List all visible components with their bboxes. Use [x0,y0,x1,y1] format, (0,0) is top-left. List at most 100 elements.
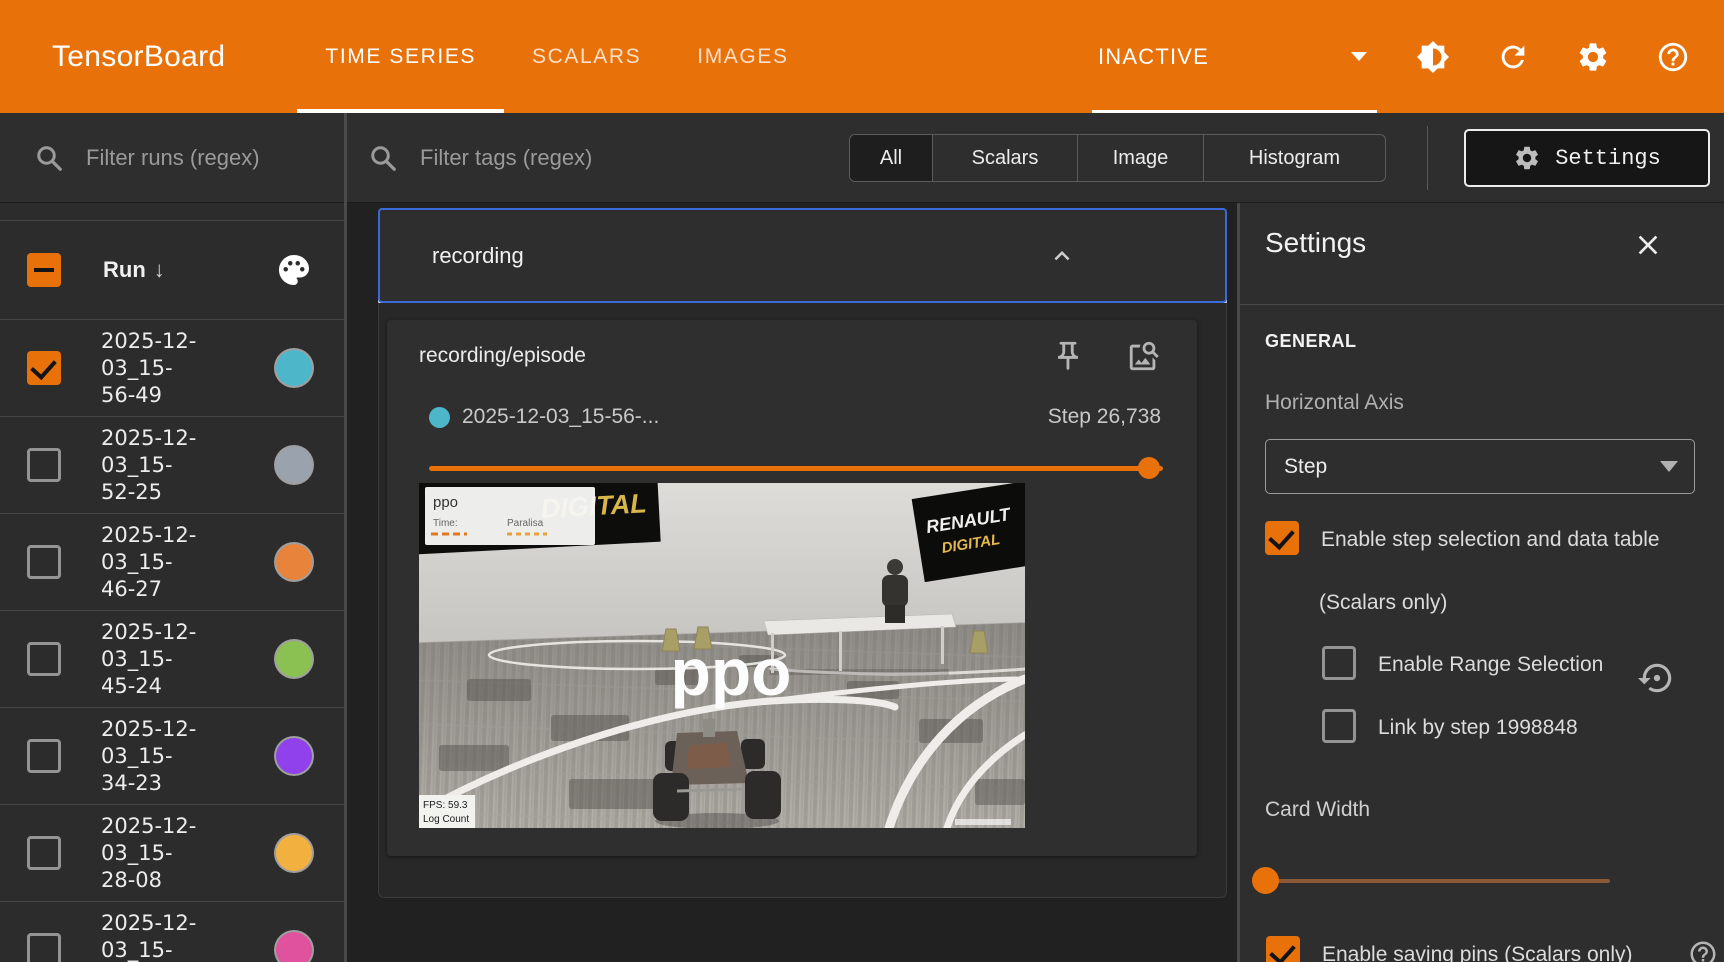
experiment-selector[interactable]: INACTIVE [1092,0,1377,113]
run-row[interactable]: 2025-12-03_15-46-27 [0,514,344,611]
run-name: 2025-12-03_15-46-27 [101,522,206,603]
chevron-down-icon [1660,461,1678,472]
runs-column-header[interactable]: Run [103,257,146,283]
gear-icon[interactable] [1576,40,1610,74]
sort-descending-icon[interactable]: ↓ [154,257,165,283]
filter-runs-input[interactable]: Filter runs (regex) [0,113,347,203]
episode-image[interactable]: DIGITAL RENAULT DIGITAL [419,483,1025,828]
tab-images[interactable]: IMAGES [669,0,816,113]
runs-sidebar: Run ↓ 2025-12-03_15-56-49 2025-12-03_15-… [0,203,347,962]
runs-table-header: Run ↓ [0,221,344,320]
main-tabs: TIME SERIES SCALARS IMAGES [297,0,816,113]
run-color-dot[interactable] [276,738,312,774]
search-icon [34,143,64,173]
filter-bar: Filter runs (regex) Filter tags (regex) … [0,113,1724,203]
toolbar-icons [1416,0,1690,113]
tab-scalars[interactable]: SCALARS [504,0,669,113]
step-selection-row[interactable]: Enable step selection and data table [1265,521,1705,555]
link-by-step-row[interactable]: Link by step 1998848 [1322,709,1578,743]
run-checkbox[interactable] [27,351,61,385]
help-icon[interactable] [1688,939,1718,962]
link-by-step-checkbox[interactable] [1322,709,1356,743]
run-checkbox[interactable] [27,545,61,579]
run-checkbox[interactable] [27,642,61,676]
experiment-name: INACTIVE [1098,44,1209,70]
svg-text:Time:: Time: [433,518,458,529]
divider [1427,126,1428,190]
settings-button-label: Settings [1555,146,1661,171]
horizontal-axis-value: Step [1284,455,1327,479]
reset-card-width-icon[interactable] [1638,659,1676,697]
range-selection-label: Enable Range Selection [1378,652,1603,678]
step-label: Step 26,738 [1048,405,1161,429]
range-selection-checkbox[interactable] [1322,646,1356,680]
type-filter-histogram[interactable]: Histogram [1204,135,1385,181]
run-row[interactable]: 2025-12-03_15-34-23 [0,708,344,805]
run-color-dot[interactable] [276,544,312,580]
horizontal-axis-label: Horizontal Axis [1265,391,1404,415]
saving-pins-row[interactable]: Enable saving pins (Scalars only) [1266,936,1633,962]
tab-time-series[interactable]: TIME SERIES [297,0,504,113]
run-checkbox[interactable] [27,933,61,962]
run-row[interactable]: 2025-12-03_15-16- [0,902,344,962]
select-all-runs-checkbox[interactable] [27,253,61,287]
run-color-dot[interactable] [276,835,312,871]
banner-right: RENAULT DIGITAL [912,483,1025,582]
run-row[interactable]: 2025-12-03_15-45-24 [0,611,344,708]
filter-runs-placeholder: Filter runs (regex) [86,145,260,171]
slider-track[interactable] [1276,879,1610,883]
step-slider[interactable] [429,456,1163,480]
card-title: recording/episode [419,344,586,368]
legend-run-name: 2025-12-03_15-56-... [462,405,659,429]
run-color-dot[interactable] [276,641,312,677]
svg-text:Log Count: Log Count [423,814,469,825]
settings-button[interactable]: Settings [1464,129,1710,187]
run-row[interactable]: 2025-12-03_15-28-08 [0,805,344,902]
image-search-icon[interactable] [1127,339,1161,373]
hud-overlay: ppo Time: Paralisa [425,487,595,545]
slider-thumb[interactable] [1138,457,1160,479]
tag-group-body: recording/episode 2025-12-03_15-56-... S… [378,303,1227,898]
run-color-dot [429,407,450,428]
run-name: 2025-12-03_15-45-24 [101,619,206,700]
top-toolbar: TensorBoard TIME SERIES SCALARS IMAGES I… [0,0,1724,113]
run-checkbox[interactable] [27,836,61,870]
card-header: recording/episode [419,336,1161,376]
tag-type-filter-group: All Scalars Image Histogram [849,134,1386,182]
saving-pins-checkbox[interactable] [1266,936,1300,962]
slider-thumb[interactable] [1252,867,1279,894]
overlay-label: ppo [671,635,792,709]
saving-pins-label: Enable saving pins (Scalars only) [1322,942,1633,962]
image-card: recording/episode 2025-12-03_15-56-... S… [387,320,1197,856]
run-name: 2025-12-03_15-34-23 [101,716,206,797]
run-color-dot[interactable] [276,932,312,962]
run-color-dot[interactable] [276,447,312,483]
run-checkbox[interactable] [27,448,61,482]
close-icon[interactable] [1632,229,1664,261]
card-width-slider[interactable] [1252,855,1692,907]
slider-track[interactable] [429,466,1163,471]
run-row[interactable]: 2025-12-03_15-52-25 [0,417,344,514]
settings-section-general: GENERAL [1265,331,1357,352]
refresh-icon[interactable] [1496,40,1530,74]
filter-tags-input[interactable]: Filter tags (regex) [350,113,592,203]
type-filter-image[interactable]: Image [1078,135,1204,181]
type-filter-all[interactable]: All [850,135,933,181]
palette-icon[interactable] [276,252,312,288]
run-row[interactable]: 2025-12-03_15-56-49 [0,320,344,417]
run-checkbox[interactable] [27,739,61,773]
range-selection-row[interactable]: Enable Range Selection [1322,646,1603,680]
type-filter-scalars[interactable]: Scalars [933,135,1078,181]
horizontal-axis-select[interactable]: Step [1265,439,1695,494]
svg-text:FPS: 59.3: FPS: 59.3 [423,800,468,811]
brightness-icon[interactable] [1416,40,1450,74]
app-logo: TensorBoard [52,40,225,74]
gear-icon [1513,144,1541,172]
chevron-up-icon [1047,241,1077,271]
pin-icon[interactable] [1051,339,1085,373]
run-color-dot[interactable] [276,350,312,386]
tag-group-header-recording[interactable]: recording [378,208,1227,303]
help-icon[interactable] [1656,40,1690,74]
step-selection-checkbox[interactable] [1265,521,1299,555]
settings-panel: Settings GENERAL Horizontal Axis Step En… [1237,203,1724,962]
